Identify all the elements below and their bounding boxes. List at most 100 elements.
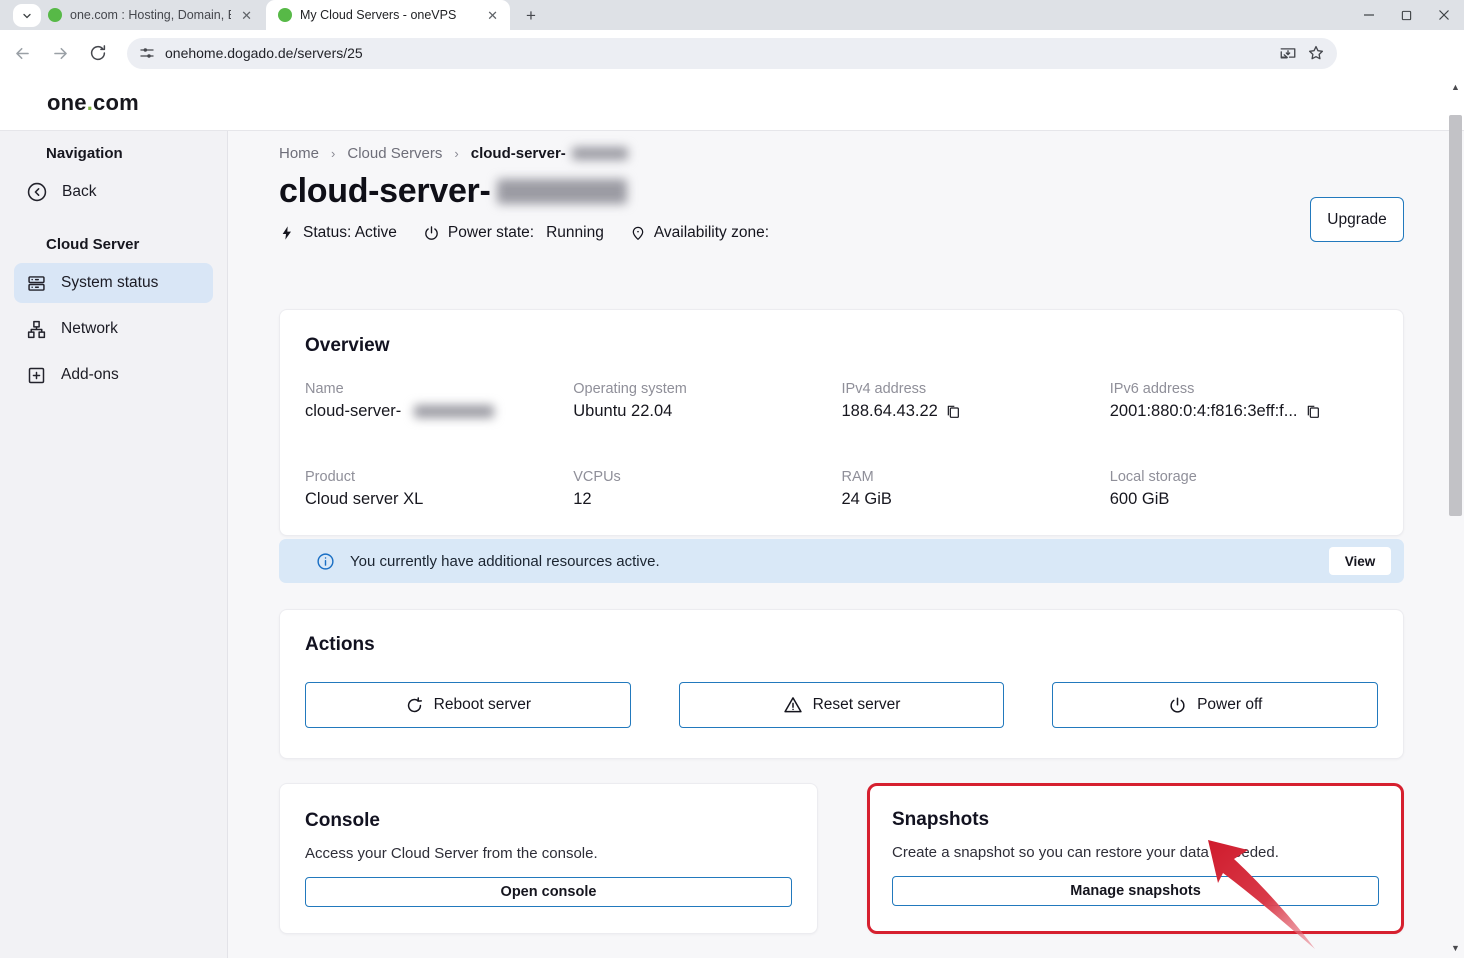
- sidebar-item-label: System status: [61, 274, 158, 292]
- scroll-up-icon[interactable]: ▲: [1447, 80, 1464, 94]
- reboot-server-button[interactable]: Reboot server: [305, 682, 631, 728]
- field-product: Product Cloud server XL: [305, 469, 573, 509]
- snapshots-card-highlighted: Snapshots Create a snapshot so you can r…: [867, 783, 1404, 934]
- field-operating-system: Operating system Ubuntu 22.04: [573, 381, 841, 421]
- breadcrumb-cloud-servers[interactable]: Cloud Servers: [347, 145, 442, 162]
- actions-card: Actions Reboot server Reset server: [279, 609, 1404, 759]
- chevron-down-icon: [21, 10, 33, 22]
- main-content: Home › Cloud Servers › cloud-server- clo…: [229, 131, 1447, 958]
- manage-snapshots-button[interactable]: Manage snapshots: [892, 876, 1379, 906]
- banner-text: You currently have additional resources …: [350, 553, 1329, 570]
- sidebar-item-back[interactable]: Back: [14, 172, 213, 212]
- info-icon: [316, 552, 335, 571]
- location-pin-icon: [630, 225, 646, 241]
- back-circle-icon: [26, 181, 48, 203]
- breadcrumb-home[interactable]: Home: [279, 145, 319, 162]
- open-console-button[interactable]: Open console: [305, 877, 792, 907]
- page-scrollbar[interactable]: ▲ ▼: [1447, 76, 1464, 958]
- install-app-icon[interactable]: [1279, 44, 1297, 62]
- chevron-right-icon: ›: [331, 146, 335, 161]
- breadcrumb-current: cloud-server-: [471, 145, 628, 162]
- power-state: Power state: Running: [423, 224, 604, 242]
- bottom-cards: Console Access your Cloud Server from th…: [279, 783, 1404, 934]
- sidebar-heading-navigation: Navigation: [14, 145, 213, 166]
- reset-server-button[interactable]: Reset server: [679, 682, 1005, 728]
- snapshots-description: Create a snapshot so you can restore you…: [892, 844, 1379, 861]
- upgrade-button[interactable]: Upgrade: [1310, 197, 1404, 242]
- overview-heading: Overview: [305, 335, 1378, 357]
- field-vcpus: VCPUs 12: [573, 469, 841, 509]
- app-header: one.com: [0, 76, 1464, 131]
- new-tab-button[interactable]: +: [520, 5, 542, 27]
- reload-icon[interactable]: [85, 40, 111, 66]
- sidebar-item-network[interactable]: Network: [14, 309, 213, 349]
- availability-zone: Availability zone:: [630, 224, 781, 242]
- sidebar-item-label: Network: [61, 320, 118, 338]
- plus-square-icon: [26, 365, 47, 386]
- window-controls: [1363, 0, 1456, 30]
- close-icon[interactable]: [1438, 9, 1450, 21]
- browser-toolbar: onehome.dogado.de/servers/25: [0, 30, 1464, 76]
- console-description: Access your Cloud Server from the consol…: [305, 845, 792, 862]
- onecom-logo[interactable]: one.com: [47, 90, 139, 116]
- minimize-icon[interactable]: [1363, 9, 1375, 21]
- snapshots-heading: Snapshots: [892, 809, 1379, 831]
- tab-title: one.com : Hosting, Domain, Em: [70, 8, 231, 22]
- view-button[interactable]: View: [1329, 547, 1391, 575]
- chevron-right-icon: ›: [454, 146, 458, 161]
- url-text[interactable]: onehome.dogado.de/servers/25: [165, 45, 1269, 61]
- close-icon[interactable]: ✕: [239, 7, 254, 24]
- back-icon[interactable]: [9, 40, 35, 66]
- actions-heading: Actions: [305, 634, 1378, 656]
- sidebar-heading-cloud-server: Cloud Server: [14, 232, 213, 257]
- warning-triangle-icon: [783, 695, 803, 715]
- tab-favicon-icon: [48, 8, 62, 22]
- bookmark-star-icon[interactable]: [1307, 44, 1325, 62]
- close-icon[interactable]: ✕: [485, 7, 500, 24]
- address-bar[interactable]: onehome.dogado.de/servers/25: [127, 38, 1337, 69]
- overview-card: Overview Name cloud-server- Operating sy…: [279, 309, 1404, 536]
- resources-info-banner: You currently have additional resources …: [279, 539, 1404, 583]
- field-ipv6: IPv6 address 2001:880:0:4:f816:3eff:f...: [1110, 381, 1378, 421]
- tab-strip: one.com : Hosting, Domain, Em ✕ My Cloud…: [0, 0, 1464, 30]
- redacted-text: [497, 179, 627, 204]
- breadcrumb: Home › Cloud Servers › cloud-server-: [279, 143, 1404, 163]
- console-card: Console Access your Cloud Server from th…: [279, 783, 818, 934]
- reboot-icon: [405, 696, 424, 715]
- page-title: cloud-server-: [279, 172, 1404, 211]
- field-name: Name cloud-server-: [305, 381, 573, 421]
- forward-icon[interactable]: [47, 40, 73, 66]
- lightning-icon: [279, 225, 295, 241]
- power-icon: [1168, 696, 1187, 715]
- redacted-text: [572, 147, 628, 160]
- sidebar: Navigation Back Cloud Server System stat…: [0, 131, 228, 958]
- copy-icon[interactable]: [1305, 404, 1321, 420]
- field-ram: RAM 24 GiB: [842, 469, 1110, 509]
- redacted-text: [414, 405, 494, 418]
- scrollbar-thumb[interactable]: [1449, 115, 1462, 516]
- sidebar-item-label: Add-ons: [61, 366, 119, 384]
- sidebar-item-label: Back: [62, 183, 96, 201]
- browser-tab-onecom[interactable]: one.com : Hosting, Domain, Em ✕: [36, 0, 264, 30]
- sidebar-item-add-ons[interactable]: Add-ons: [14, 355, 213, 395]
- console-heading: Console: [305, 810, 792, 832]
- browser-tab-cloud-servers[interactable]: My Cloud Servers - oneVPS ✕: [266, 0, 510, 30]
- field-local-storage: Local storage 600 GiB: [1110, 469, 1378, 509]
- tab-title: My Cloud Servers - oneVPS: [300, 8, 477, 22]
- site-settings-icon[interactable]: [139, 45, 155, 61]
- field-ipv4: IPv4 address 188.64.43.22: [842, 381, 1110, 421]
- overview-fields: Name cloud-server- Operating system Ubun…: [305, 381, 1378, 509]
- browser-window: one.com : Hosting, Domain, Em ✕ My Cloud…: [0, 0, 1464, 958]
- actions-buttons: Reboot server Reset server Power off: [305, 682, 1378, 728]
- status-active: Status: Active: [279, 224, 397, 242]
- power-icon: [423, 225, 440, 242]
- sidebar-item-system-status[interactable]: System status: [14, 263, 213, 303]
- power-off-button[interactable]: Power off: [1052, 682, 1378, 728]
- copy-icon[interactable]: [945, 404, 961, 420]
- maximize-icon[interactable]: [1401, 10, 1412, 21]
- server-status-row: Status: Active Power state: Running Avai…: [279, 223, 1404, 243]
- server-icon: [26, 273, 47, 294]
- tab-favicon-icon: [278, 8, 292, 22]
- scroll-down-icon[interactable]: ▼: [1447, 941, 1464, 955]
- network-icon: [26, 319, 47, 340]
